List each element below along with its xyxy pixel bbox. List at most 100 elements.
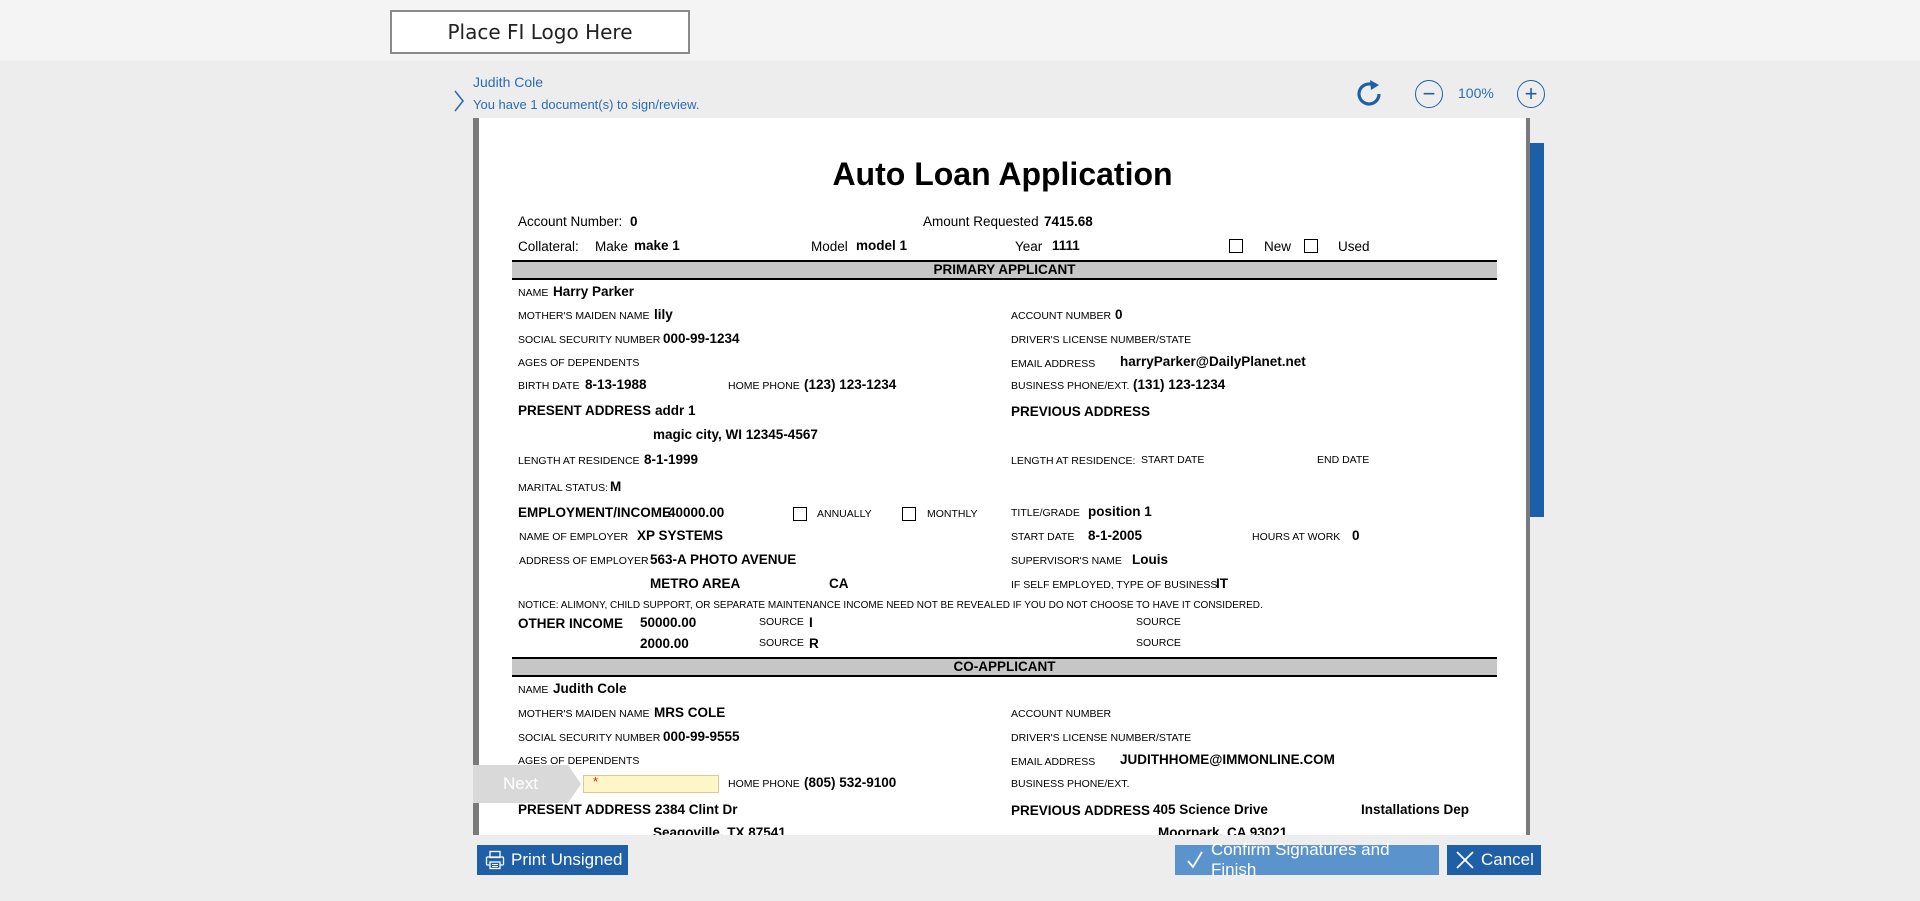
- signature-field[interactable]: *: [583, 774, 719, 793]
- primary-dl-label: DRIVER'S LICENSE NUMBER/STATE: [1011, 334, 1192, 346]
- collateral-label: Collateral:: [518, 239, 579, 254]
- income-notice: NOTICE: ALIMONY, CHILD SUPPORT, OR SEPAR…: [518, 600, 1263, 611]
- monthly-label: MONTHLY: [927, 508, 978, 520]
- co-name-label: NAME: [518, 684, 549, 696]
- document-scrollbar[interactable]: [1530, 143, 1544, 517]
- primary-marital-label: MARITAL STATUS:: [518, 482, 609, 494]
- primary-applicant-section-title: PRIMARY APPLICANT: [512, 260, 1497, 280]
- co-previous-address-line2: Moorpark, CA 93021: [1158, 825, 1288, 835]
- signer-name: Judith Cole: [473, 74, 544, 90]
- primary-source-value2: R: [809, 636, 819, 651]
- primary-account-label: ACCOUNT NUMBER: [1011, 310, 1112, 322]
- document-viewer[interactable]: Auto Loan Application Account Number: 0 …: [473, 118, 1530, 835]
- primary-employer-city: METRO AREA: [650, 576, 741, 591]
- zoom-out-button[interactable]: −: [1415, 80, 1443, 108]
- primary-home-phone-label: HOME PHONE: [728, 380, 800, 392]
- primary-mmn-label: MOTHER'S MAIDEN NAME: [518, 310, 650, 322]
- primary-employer-state: CA: [829, 576, 849, 591]
- checkmark-icon: [1187, 851, 1203, 869]
- zoom-in-button[interactable]: +: [1517, 80, 1545, 108]
- co-ssn-value: 000-99-9555: [663, 729, 740, 744]
- co-present-address-line1: 2384 Clint Dr: [655, 802, 738, 817]
- co-previous-address-extra: Installations Dep: [1361, 802, 1470, 817]
- primary-self-employed-value: IT: [1216, 576, 1228, 591]
- primary-hours-value: 0: [1352, 528, 1360, 543]
- primary-end-date-label: END DATE: [1317, 454, 1370, 466]
- primary-other-income-value2: 2000.00: [640, 636, 689, 651]
- primary-employment-income-label: EMPLOYMENT/INCOME: [518, 505, 672, 520]
- new-label: New: [1264, 239, 1292, 254]
- co-home-phone-label: HOME PHONE: [728, 778, 800, 790]
- documents-status-message: You have 1 document(s) to sign/review.: [473, 97, 700, 112]
- cancel-label: Cancel: [1481, 850, 1534, 869]
- year-value: 1111: [1052, 238, 1080, 253]
- primary-length-value: 8-1-1999: [644, 452, 699, 467]
- next-signature-button[interactable]: Next: [473, 765, 581, 803]
- primary-source-value1: I: [809, 615, 813, 630]
- primary-title-label: TITLE/GRADE: [1011, 507, 1080, 519]
- primary-present-address-line1: addr 1: [655, 403, 696, 418]
- primary-length-label: LENGTH AT RESIDENCE: [518, 455, 640, 467]
- primary-name-label: NAME: [518, 287, 549, 299]
- print-unsigned-label: Print Unsigned: [511, 850, 623, 869]
- primary-previous-address-label: PREVIOUS ADDRESS: [1011, 404, 1151, 419]
- top-bar: Place FI Logo Here: [0, 0, 1920, 61]
- primary-start-date-label: START DATE: [1141, 454, 1205, 466]
- primary-marital-value: M: [610, 479, 622, 494]
- primary-emp-start-label: START DATE: [1011, 531, 1075, 543]
- co-previous-address-label: PREVIOUS ADDRESS: [1011, 803, 1151, 818]
- primary-source-label3: SOURCE: [759, 637, 804, 649]
- primary-self-employed-label: IF SELF EMPLOYED, TYPE OF BUSINESS: [1011, 579, 1218, 591]
- model-value: model 1: [856, 238, 908, 253]
- used-label: Used: [1338, 239, 1370, 254]
- primary-employer-label: NAME OF EMPLOYER: [519, 531, 629, 543]
- primary-ssn-value: 000-99-1234: [663, 331, 740, 346]
- make-label: Make: [595, 239, 629, 254]
- primary-mmn-value: lily: [654, 307, 673, 322]
- chevron-right-icon[interactable]: [452, 89, 466, 113]
- co-present-address-label: PRESENT ADDRESS: [518, 802, 652, 817]
- next-label: Next: [503, 774, 538, 793]
- primary-supervisor-value: Louis: [1132, 552, 1168, 567]
- primary-supervisor-label: SUPERVISOR'S NAME: [1011, 555, 1122, 567]
- confirm-signatures-label: Confirm Signatures and Finish: [1210, 840, 1390, 879]
- make-value: make 1: [634, 238, 680, 253]
- primary-account-value: 0: [1115, 307, 1123, 322]
- account-number-label: Account Number:: [518, 214, 623, 229]
- close-icon: [1456, 851, 1474, 869]
- plus-circle-icon: +: [1524, 81, 1538, 106]
- primary-hours-label: HOURS AT WORK: [1252, 531, 1341, 543]
- year-label: Year: [1015, 239, 1043, 254]
- primary-emp-start-value: 8-1-2005: [1088, 528, 1143, 543]
- annually-label: ANNUALLY: [817, 508, 872, 520]
- co-business-phone-label: BUSINESS PHONE/EXT.: [1011, 778, 1130, 790]
- co-account-label: ACCOUNT NUMBER: [1011, 708, 1112, 720]
- primary-employer-address-line1: 563-A PHOTO AVENUE: [650, 552, 797, 567]
- minus-circle-icon: −: [1422, 81, 1436, 106]
- primary-source-label2: SOURCE: [1136, 616, 1181, 628]
- print-unsigned-button[interactable]: Print Unsigned: [477, 845, 628, 875]
- primary-present-address-label: PRESENT ADDRESS: [518, 403, 652, 418]
- co-dl-label: DRIVER'S LICENSE NUMBER/STATE: [1011, 732, 1192, 744]
- used-checkbox: [1304, 239, 1318, 253]
- account-number-value: 0: [630, 214, 638, 229]
- co-ssn-label: SOCIAL SECURITY NUMBER: [518, 732, 661, 744]
- printer-icon: [485, 850, 505, 870]
- primary-email-label: EMAIL ADDRESS: [1011, 358, 1096, 370]
- primary-business-phone-value: (131) 123-1234: [1133, 377, 1226, 392]
- refresh-icon[interactable]: [1353, 78, 1385, 110]
- primary-employer-value: XP SYSTEMS: [637, 528, 724, 543]
- cancel-button[interactable]: Cancel: [1447, 845, 1541, 875]
- zoom-level: 100%: [1458, 85, 1494, 101]
- co-previous-address-line1: 405 Science Drive: [1153, 802, 1268, 817]
- document-title: Auto Loan Application: [832, 156, 1173, 192]
- primary-ssn-label: SOCIAL SECURITY NUMBER: [518, 334, 661, 346]
- annually-checkbox: [793, 507, 807, 521]
- co-email-value: JUDITHHOME@IMMONLINE.COM: [1120, 752, 1335, 767]
- primary-email-value: harryParker@DailyPlanet.net: [1120, 354, 1306, 369]
- co-email-label: EMAIL ADDRESS: [1011, 756, 1096, 768]
- confirm-signatures-button[interactable]: Confirm Signatures and Finish: [1175, 840, 1439, 879]
- primary-title-value: position 1: [1088, 504, 1152, 519]
- primary-home-phone-value: (123) 123-1234: [804, 377, 897, 392]
- primary-source-label1: SOURCE: [759, 616, 804, 628]
